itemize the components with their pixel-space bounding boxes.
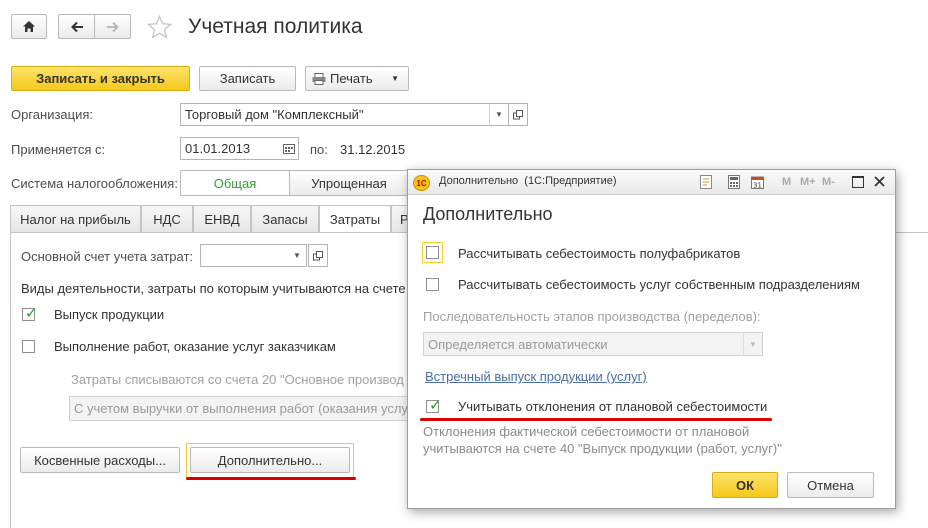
sequence-value: Определяется автоматически	[428, 336, 608, 352]
main-account-open-button[interactable]	[308, 244, 328, 267]
services-label: Выполнение работ, оказание услуг заказчи…	[54, 339, 336, 354]
tab-profit-tax[interactable]: Налог на прибыль	[10, 205, 141, 232]
svg-text:31: 31	[753, 182, 762, 190]
forward-button[interactable]	[94, 14, 131, 39]
chevron-down-icon: ▼	[749, 339, 757, 349]
chevron-down-icon: ▼	[391, 74, 399, 83]
deviation-note-line1: Отклонения фактической себестоимости от …	[423, 424, 750, 439]
printer-icon	[312, 72, 326, 85]
chevron-down-icon: ▼	[495, 110, 503, 119]
open-icon	[513, 109, 523, 119]
additional-button[interactable]: Дополнительно...	[190, 447, 350, 473]
calendar-icon[interactable]: 31	[751, 175, 764, 189]
semi-products-label: Рассчитывать себестоимость полуфабрикато…	[458, 246, 741, 261]
calculator-icon[interactable]	[728, 175, 740, 189]
production-label: Выпуск продукции	[54, 307, 165, 322]
counter-release-link[interactable]: Встречный выпуск продукции (услуг)	[425, 369, 647, 384]
highlight-underline-deviation	[420, 418, 772, 421]
home-button[interactable]	[11, 14, 47, 39]
memory-icon[interactable]: M	[782, 176, 791, 188]
applies-from-field[interactable]: 01.01.2013	[180, 137, 299, 160]
sequence-dropdown[interactable]: ▼	[743, 333, 762, 355]
checkmark-icon: ✓	[429, 397, 442, 414]
semi-products-checkbox[interactable]	[426, 246, 439, 259]
org-dropdown-button[interactable]: ▼	[489, 104, 508, 125]
org-label: Организация:	[11, 107, 94, 122]
tax-option-simplified[interactable]: Упрощенная	[289, 170, 409, 196]
favorite-star-icon[interactable]	[147, 15, 172, 39]
writeoff-method-value: С учетом выручки от выполнения работ (ок…	[74, 401, 408, 416]
applies-label: Применяется с:	[11, 142, 106, 157]
activities-label: Виды деятельности, затраты по которым уч…	[21, 281, 406, 296]
home-icon	[23, 21, 35, 32]
print-button[interactable]: Печать ▼	[305, 66, 409, 91]
back-button[interactable]	[58, 14, 95, 39]
indirect-costs-button[interactable]: Косвенные расходы...	[20, 447, 180, 473]
org-value: Торговый дом "Комплексный"	[185, 107, 364, 122]
additional-dialog: 1С Дополнительно (1С:Предприятие) 31 M M…	[407, 169, 896, 509]
org-field[interactable]: Торговый дом "Комплексный" ▼	[180, 103, 509, 126]
checkmark-icon: ✓	[25, 305, 38, 322]
applies-to-value: 31.12.2015	[340, 142, 406, 157]
tab-stocks[interactable]: Запасы	[251, 205, 319, 232]
dialog-heading: Дополнительно	[423, 204, 553, 224]
bookmark-icon[interactable]	[700, 175, 712, 189]
open-icon	[313, 250, 323, 260]
arrow-left-icon	[70, 21, 83, 32]
calendar-button[interactable]	[280, 138, 298, 159]
arrow-right-icon	[106, 21, 119, 32]
writeoff-note: Затраты списываются со счета 20 "Основно…	[71, 372, 404, 387]
print-label: Печать	[330, 71, 373, 86]
deviation-note-line2: учитываются на счете 40 "Выпуск продукци…	[423, 441, 782, 456]
app-logo-icon: 1С	[413, 175, 430, 191]
tax-label: Система налогообложения:	[11, 176, 178, 191]
production-checkbox[interactable]: ✓	[22, 305, 38, 322]
deviation-checkbox[interactable]: ✓	[426, 397, 442, 414]
main-account-label: Основной счет учета затрат:	[21, 249, 194, 264]
maximize-icon[interactable]	[852, 176, 864, 188]
memory-add-icon[interactable]: M+	[800, 176, 816, 188]
tax-option-general[interactable]: Общая	[180, 170, 290, 196]
to-label: по:	[310, 142, 328, 157]
writeoff-method-field[interactable]: С учетом выручки от выполнения работ (ок…	[69, 396, 409, 421]
dialog-titlebar[interactable]: 1С Дополнительно (1С:Предприятие) 31 M M…	[408, 170, 895, 195]
dialog-titlebar-text: Дополнительно (1С:Предприятие)	[439, 175, 617, 187]
own-services-checkbox[interactable]	[426, 278, 439, 291]
save-and-close-button[interactable]: Записать и закрыть	[11, 66, 190, 91]
tab-vat[interactable]: НДС	[141, 205, 193, 232]
services-checkbox[interactable]	[22, 340, 35, 353]
cancel-button[interactable]: Отмена	[787, 472, 874, 498]
deviation-label: Учитывать отклонения от плановой себесто…	[458, 399, 768, 414]
tab-envd[interactable]: ЕНВД	[193, 205, 251, 232]
page-title: Учетная политика	[188, 15, 363, 38]
calendar-icon	[283, 143, 295, 154]
highlight-underline-additional	[186, 477, 356, 480]
memory-subtract-icon[interactable]: M-	[822, 176, 835, 188]
own-services-label: Рассчитывать себестоимость услуг собстве…	[458, 277, 860, 292]
applies-from-value: 01.01.2013	[185, 141, 251, 156]
tab-costs[interactable]: Затраты	[319, 205, 391, 233]
sequence-field[interactable]: Определяется автоматически ▼	[423, 332, 763, 356]
main-account-dropdown[interactable]: ▼	[288, 245, 306, 266]
save-button[interactable]: Записать	[199, 66, 296, 91]
main-account-field[interactable]: ▼	[200, 244, 307, 267]
sequence-label: Последовательность этапов производства (…	[423, 309, 761, 324]
ok-button[interactable]: ОК	[712, 472, 778, 498]
chevron-down-icon: ▼	[293, 251, 301, 260]
org-open-button[interactable]	[508, 103, 528, 126]
close-icon[interactable]	[874, 176, 885, 187]
